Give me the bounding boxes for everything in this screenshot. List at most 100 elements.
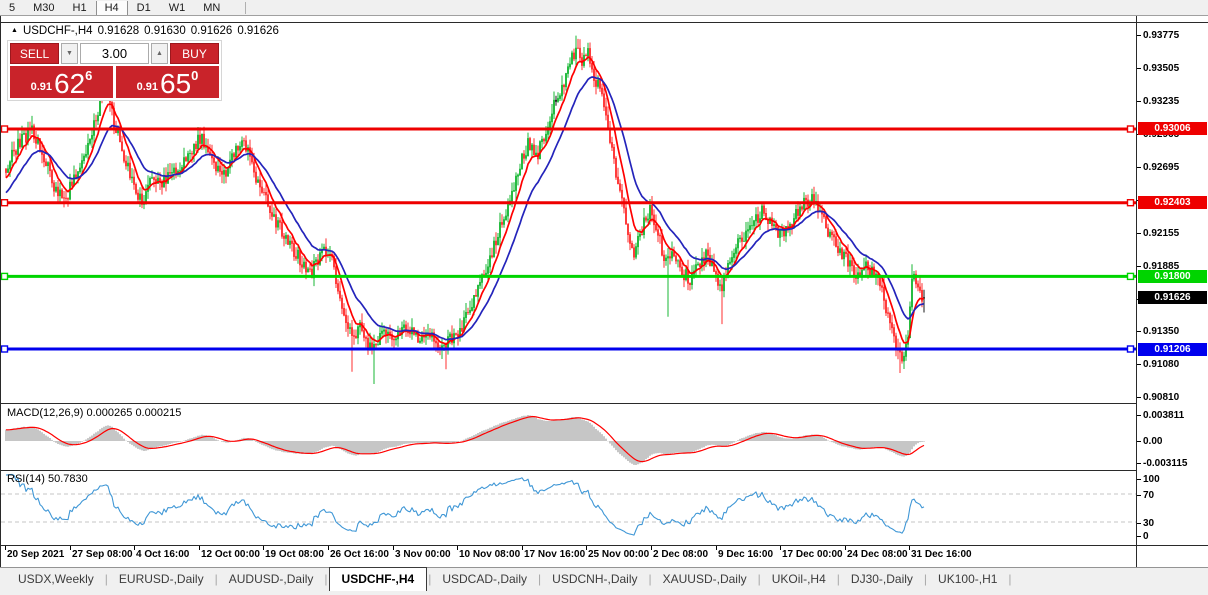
time-tick-label: 31 Dec 16:00	[911, 549, 972, 560]
price-line-badge-0.93006: 0.93006	[1138, 122, 1207, 135]
collapse-arrow-icon[interactable]: ▲	[11, 27, 18, 34]
price-tick-label: 0.92155	[1143, 228, 1179, 239]
hline-left-anchor[interactable]	[2, 346, 8, 352]
buy-price-big: 65	[160, 71, 191, 97]
time-tick-mark	[845, 546, 846, 550]
sell-price-prefix: 0.91	[31, 82, 52, 93]
chart-frame-top	[0, 22, 1208, 23]
timeframe-button-m30[interactable]: M30	[24, 1, 63, 15]
symbol-tab-dj30-daily[interactable]: DJ30-,Daily	[841, 569, 923, 590]
timeframe-button-d1[interactable]: D1	[128, 1, 160, 15]
price-line-badge-0.91626: 0.91626	[1138, 291, 1207, 304]
axis-separator	[1136, 16, 1137, 567]
macd-tick-mark	[1137, 415, 1141, 416]
pane-divider-macd[interactable]	[0, 403, 1137, 404]
symbol-tab-ukoil-h4[interactable]: UKOil-,H4	[762, 569, 836, 590]
timeframe-button-5[interactable]: 5	[0, 1, 24, 15]
price-tick-mark	[1137, 167, 1141, 168]
time-tick-label: 20 Sep 2021	[7, 549, 64, 560]
time-tick-mark	[328, 546, 329, 550]
rsi-label: RSI(14) 50.7830	[7, 473, 88, 485]
sell-price-big: 62	[54, 71, 85, 97]
status-strip	[0, 591, 1208, 595]
buy-button[interactable]: BUY	[170, 43, 219, 64]
ohlc-open: 0.91628	[98, 25, 140, 37]
timeframe-button-w1[interactable]: W1	[160, 1, 195, 15]
timeframe-button-h1[interactable]: H1	[64, 1, 96, 15]
rsi-tick-mark	[1137, 536, 1141, 537]
pane-divider-rsi[interactable]	[0, 470, 1137, 471]
one-click-trading-panel: SELL ▼ ▲ BUY 0.91 62 6 0.91 65 0	[7, 40, 222, 101]
symbol-tab-usdchf-h4[interactable]: USDCHF-,H4	[329, 567, 428, 591]
time-tick-mark	[522, 546, 523, 550]
price-tick-mark	[1137, 266, 1141, 267]
hline-right-anchor[interactable]	[1128, 126, 1134, 132]
macd-label: MACD(12,26,9) 0.000265 0.000215	[7, 407, 181, 419]
price-line-badge-0.91206: 0.91206	[1138, 343, 1207, 356]
time-tick-label: 24 Dec 08:00	[847, 549, 908, 560]
time-tick-mark	[5, 546, 6, 550]
rsi-value: 50.7830	[48, 473, 88, 485]
volume-increase-button[interactable]: ▲	[151, 43, 168, 64]
sell-price-pip: 6	[85, 69, 92, 82]
macd-axis-label: 0.00	[1143, 436, 1162, 447]
symbol-tab-uk100-h1[interactable]: UK100-,H1	[928, 569, 1007, 590]
time-tick-label: 2 Dec 08:00	[653, 549, 708, 560]
volume-input[interactable]	[80, 43, 149, 64]
timeframe-button-h4[interactable]: H4	[96, 1, 128, 15]
price-tick-label: 0.91080	[1143, 359, 1179, 370]
time-tick-label: 12 Oct 00:00	[201, 549, 260, 560]
symbol-tab-audusd-daily[interactable]: AUDUSD-,Daily	[219, 569, 324, 590]
time-tick-mark	[586, 546, 587, 550]
buy-price-panel[interactable]: 0.91 65 0	[116, 66, 219, 98]
symbol-tab-eurusd-daily[interactable]: EURUSD-,Daily	[109, 569, 214, 590]
price-line-badge-0.91800: 0.91800	[1138, 270, 1207, 283]
time-tick-mark	[780, 546, 781, 550]
price-tick-label: 0.92695	[1143, 162, 1179, 173]
price-tick-mark	[1137, 233, 1141, 234]
symbol-tab-xauusd-daily[interactable]: XAUUSD-,Daily	[653, 569, 757, 590]
timeframe-button-mn[interactable]: MN	[194, 1, 229, 15]
symbol-tab-usdcnh-daily[interactable]: USDCNH-,Daily	[542, 569, 647, 590]
price-tick-mark	[1137, 101, 1141, 102]
price-tick-mark	[1137, 68, 1141, 69]
volume-decrease-button[interactable]: ▼	[61, 43, 78, 64]
price-tick-mark	[1137, 35, 1141, 36]
buy-price-pip: 0	[191, 69, 198, 82]
rsi-tick-mark	[1137, 495, 1141, 496]
ohlc-close: 0.91626	[237, 25, 279, 37]
price-tick-mark	[1137, 364, 1141, 365]
hline-left-anchor[interactable]	[2, 273, 8, 279]
rsi-axis-label: 70	[1143, 490, 1154, 501]
symbol-tab-usdcad-daily[interactable]: USDCAD-,Daily	[432, 569, 537, 590]
price-tick-label: 0.93505	[1143, 63, 1179, 74]
symbol-tab-usdx-weekly[interactable]: USDX,Weekly	[8, 569, 104, 590]
price-tick-label: 0.91350	[1143, 326, 1179, 337]
toolbar-separator	[245, 2, 246, 14]
sell-button[interactable]: SELL	[10, 43, 59, 64]
macd-tick-mark	[1137, 441, 1141, 442]
hline-right-anchor[interactable]	[1128, 200, 1134, 206]
price-tick-mark	[1137, 397, 1141, 398]
hline-right-anchor[interactable]	[1128, 346, 1134, 352]
time-tick-mark	[716, 546, 717, 550]
price-tick-label: 0.93775	[1143, 30, 1179, 41]
macd-tick-mark	[1137, 463, 1141, 464]
time-tick-mark	[909, 546, 910, 550]
time-tick-label: 17 Dec 00:00	[782, 549, 843, 560]
rsi-pane-canvas[interactable]	[0, 471, 1136, 545]
time-tick-mark	[134, 546, 135, 550]
hline-left-anchor[interactable]	[2, 200, 8, 206]
time-tick-mark	[263, 546, 264, 550]
macd-axis-label: 0.003811	[1143, 410, 1184, 421]
hline-right-anchor[interactable]	[1128, 273, 1134, 279]
hline-left-anchor[interactable]	[2, 126, 8, 132]
ohlc-low: 0.91626	[191, 25, 233, 37]
macd-axis-label: -0.003115	[1143, 458, 1188, 469]
sell-price-panel[interactable]: 0.91 62 6	[10, 66, 113, 98]
macd-value-2: 0.000215	[135, 407, 181, 419]
rsi-axis-label: 30	[1143, 518, 1154, 529]
rsi-axis-label: 0	[1143, 531, 1149, 542]
time-tick-label: 9 Dec 16:00	[718, 549, 773, 560]
time-tick-label: 4 Oct 16:00	[136, 549, 189, 560]
